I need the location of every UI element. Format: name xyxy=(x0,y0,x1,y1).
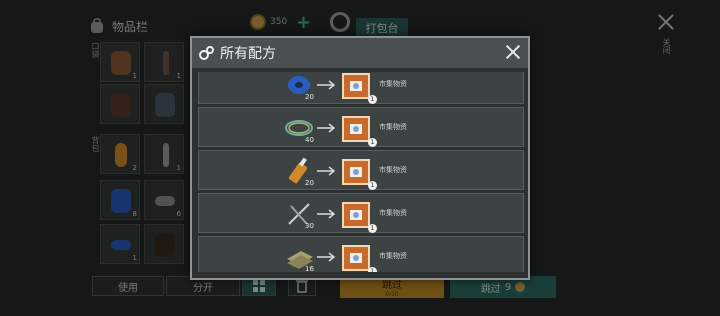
inventory-slot[interactable]: 1 xyxy=(144,134,184,174)
inventory-title: 物品栏 xyxy=(112,19,149,34)
recipe-result-label: 市集物资 xyxy=(379,80,407,88)
arrow-right-icon xyxy=(317,252,336,262)
inventory-slot[interactable] xyxy=(144,224,184,264)
recipe-row[interactable]: 16 1 市集物资 xyxy=(198,236,524,272)
inventory-header: 物品栏 xyxy=(88,14,148,38)
inventory-slot[interactable] xyxy=(100,84,140,124)
leather-icon xyxy=(111,51,131,75)
recipes-dialog-header: 所有配方 xyxy=(192,38,528,68)
coin-icon xyxy=(515,282,526,292)
inventory-slot[interactable]: 8 xyxy=(100,180,140,220)
gear-icon[interactable] xyxy=(330,12,350,32)
coin-amount: 350 xyxy=(270,17,288,27)
recipes-dialog-title: 所有配方 xyxy=(220,46,276,62)
glue-icon xyxy=(115,143,127,167)
crate-icon: 1 xyxy=(341,156,377,190)
inventory-slot[interactable]: 1 xyxy=(100,224,140,264)
crate-icon: 1 xyxy=(341,113,377,147)
use-button[interactable]: 使用 xyxy=(92,276,164,296)
grid-icon xyxy=(253,280,265,292)
close-label: 关闭 xyxy=(662,38,671,54)
inventory-slot[interactable]: 1 xyxy=(144,42,184,82)
wrench-icon xyxy=(163,143,169,167)
recipe-result-label: 市集物资 xyxy=(379,209,407,217)
recipe-row[interactable]: 30 1 市集物资 xyxy=(198,193,524,233)
arrow-right-icon xyxy=(317,80,336,90)
arrow-right-icon xyxy=(317,209,336,219)
tab-packing-table[interactable]: 打包台 xyxy=(356,18,408,38)
close-icon[interactable] xyxy=(656,12,676,32)
trash-icon xyxy=(296,280,308,293)
bolt-icon xyxy=(155,196,175,206)
add-coins-button[interactable]: + xyxy=(296,12,311,33)
crate-icon: 1 xyxy=(341,199,377,233)
recipe-list[interactable]: 20 1 市集物资 40 1 市集物资 20 1 市集物资 30 1 市集物资 … xyxy=(198,72,524,272)
tape-icon xyxy=(111,189,131,213)
recipes-dialog: 所有配方 20 1 市集物资 40 1 市集物资 20 1 市集物资 30 1 … xyxy=(190,36,530,280)
recipe-row[interactable]: 20 1 市集物资 xyxy=(198,150,524,190)
club-icon xyxy=(163,51,169,75)
armor-icon xyxy=(111,93,131,117)
arrow-right-icon xyxy=(317,123,336,133)
recipe-result-label: 市集物资 xyxy=(379,252,407,260)
crate-icon: 1 xyxy=(341,72,377,104)
recipe-result-label: 市集物资 xyxy=(379,123,407,131)
dog-icon xyxy=(155,233,175,257)
coin-counter: 350 xyxy=(250,14,287,30)
usb-icon xyxy=(111,240,131,250)
skip-ad-progress: 0/10 xyxy=(385,291,399,298)
gears-icon xyxy=(199,46,214,60)
recipe-row[interactable]: 20 1 市集物资 xyxy=(198,72,524,104)
crate-icon: 1 xyxy=(341,242,377,272)
dialog-close-icon[interactable] xyxy=(504,43,522,61)
coin-icon xyxy=(250,14,266,30)
recipe-row[interactable]: 40 1 市集物资 xyxy=(198,107,524,147)
recipe-result-label: 市集物资 xyxy=(379,166,407,174)
inventory-slot[interactable]: 6 xyxy=(144,180,184,220)
backpack-icon xyxy=(91,18,103,33)
arrow-right-icon xyxy=(317,166,336,176)
skip-coin-label: 跳过 xyxy=(480,283,501,295)
inventory-slot[interactable] xyxy=(144,84,184,124)
inventory-slot[interactable]: 2 xyxy=(100,134,140,174)
pants-icon xyxy=(155,93,175,117)
skip-coin-count: 9 xyxy=(504,281,512,293)
inventory-slot[interactable]: 1 xyxy=(100,42,140,82)
